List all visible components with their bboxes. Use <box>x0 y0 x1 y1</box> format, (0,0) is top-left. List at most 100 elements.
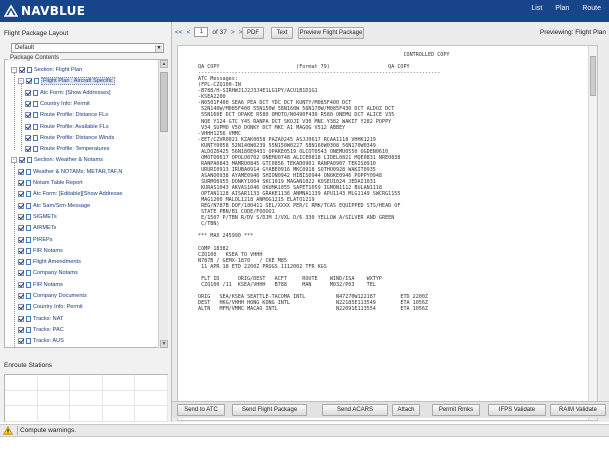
next-page-link[interactable]: > <box>231 29 235 36</box>
document-icon <box>27 157 32 164</box>
tree-item[interactable]: Weather & NOTAMs: METAR,TAF,N <box>18 168 122 176</box>
item-checkbox[interactable] <box>18 293 24 299</box>
tree-item[interactable]: Flight Amendments <box>18 258 81 266</box>
item-checkbox[interactable] <box>25 134 31 141</box>
tree-item[interactable]: Tracks: NAT <box>18 315 63 323</box>
layout-select[interactable]: Default ▼ <box>11 43 164 53</box>
tree-item[interactable]: Country Info: Permit <box>25 100 90 108</box>
permit-rmks-button[interactable]: Permit Rmks <box>432 404 480 416</box>
tree-item[interactable]: AIRMETs <box>18 224 56 232</box>
tree-item-label: Tracks: NAT <box>33 315 64 322</box>
tree-connector <box>21 81 22 151</box>
item-checkbox[interactable] <box>18 304 24 311</box>
warning-icon <box>3 426 13 435</box>
scroll-down-icon[interactable]: ▼ <box>160 340 168 348</box>
item-checkbox[interactable] <box>18 213 24 220</box>
tree-item-label: Route Profile: Temperatures <box>40 146 110 153</box>
item-checkbox[interactable] <box>18 202 24 209</box>
tree-item[interactable]: Route Profile: Distance Winds <box>25 134 114 142</box>
document-icon <box>33 112 38 119</box>
tree-item-label: Company Notams <box>33 270 78 277</box>
tree-item[interactable]: Atc Form: [Show Addresses] <box>25 89 111 97</box>
item-checkbox[interactable] <box>19 157 25 164</box>
document-icon <box>26 247 31 254</box>
tree-item[interactable]: Route Profile: Distance FLs <box>25 111 108 119</box>
chevron-down-icon[interactable]: ▼ <box>155 45 162 52</box>
item-checkbox[interactable] <box>25 112 31 119</box>
tree-item[interactable]: Route Profile: Temperatures <box>25 145 110 153</box>
tree-item[interactable]: Company Notams <box>18 269 78 277</box>
tree-item[interactable]: Atc Form: [Editable][Show Addresse <box>18 190 123 198</box>
nav-route[interactable]: Route <box>582 5 601 12</box>
item-checkbox[interactable] <box>18 338 24 345</box>
page-number-input[interactable]: 1 <box>194 27 209 37</box>
tree-connector <box>14 160 15 348</box>
tree-item[interactable]: PIREPs <box>18 236 53 244</box>
tree-item[interactable]: Route Profile: Available FLs <box>25 123 109 131</box>
send-to-atc-button[interactable]: Send to ATC <box>177 404 225 416</box>
nav-plan[interactable]: Plan <box>555 5 569 12</box>
item-checkbox[interactable] <box>18 168 24 175</box>
prev-page-link[interactable]: < <box>187 29 191 36</box>
item-checkbox[interactable] <box>18 270 24 277</box>
item-checkbox[interactable] <box>18 281 24 288</box>
item-checkbox[interactable] <box>18 326 24 333</box>
item-checkbox[interactable] <box>18 247 24 254</box>
item-checkbox[interactable] <box>25 123 31 130</box>
enroute-grid-cell <box>5 375 38 391</box>
first-page-link[interactable]: << <box>175 29 183 36</box>
ifps-validate-button[interactable]: IFPS Validate <box>488 404 546 416</box>
tree-item[interactable]: - Flight Plan : Aircraft Specific <box>18 77 115 86</box>
document-icon <box>27 67 32 73</box>
attach-button[interactable]: Attach <box>392 404 420 416</box>
tree-item[interactable]: Atc Sam/Srm Message <box>18 202 90 210</box>
collapse-toggle-icon[interactable]: - <box>11 67 17 73</box>
document-icon <box>26 213 31 220</box>
send-acars-button[interactable]: Send ACARS <box>322 404 388 416</box>
tree-item[interactable]: FIR Notams <box>18 281 63 289</box>
item-checkbox[interactable] <box>25 146 31 153</box>
tree-item-label: Atc Form: [Editable][Show Addresse <box>33 191 123 198</box>
item-checkbox[interactable] <box>18 191 24 198</box>
tree-item-label: Flight Amendments <box>33 259 81 266</box>
item-checkbox[interactable] <box>25 100 31 107</box>
nav-list[interactable]: List <box>531 5 542 12</box>
tree-item[interactable]: Notam Table Report <box>18 179 83 187</box>
preview-flight-package-button[interactable]: Preview Flight Package <box>298 27 364 39</box>
tree-item[interactable]: SIGMETs <box>18 213 57 221</box>
logo[interactable]: NAVBLUE <box>4 3 85 19</box>
compute-warnings-link[interactable]: Compute warnings. <box>20 427 76 434</box>
item-checkbox[interactable] <box>18 315 24 322</box>
raim-validate-button[interactable]: RAIM Validate <box>550 404 606 416</box>
tree-item[interactable]: FIR Notams <box>18 247 63 255</box>
tree-item[interactable]: - Section: Weather & Notams <box>11 156 103 164</box>
document-icon <box>34 78 39 85</box>
item-checkbox[interactable] <box>18 259 24 266</box>
item-checkbox[interactable] <box>18 225 24 232</box>
item-checkbox[interactable] <box>18 236 24 243</box>
tree-item[interactable]: Tracks: AUS <box>18 337 64 345</box>
text-button[interactable]: Text <box>271 27 293 39</box>
tree-item[interactable]: Tracks: PAC <box>18 326 64 334</box>
collapse-toggle-icon[interactable]: - <box>18 78 24 85</box>
tree-item[interactable]: Country Info: Permit <box>18 303 83 311</box>
send-flight-package-button[interactable]: Send Flight Package <box>232 404 307 416</box>
pdf-button[interactable]: PDF <box>242 27 264 39</box>
document-icon <box>33 134 38 141</box>
tree-item[interactable]: - Section: Flight Plan <box>11 66 82 74</box>
item-checkbox[interactable] <box>25 89 31 96</box>
package-contents-box: - Section: Flight Plan - Flight Plan : Airc… <box>4 59 168 348</box>
tree-item[interactable]: Company Documents <box>18 292 87 300</box>
item-checkbox[interactable] <box>26 78 32 85</box>
tree-scrollbar[interactable]: ▲ ▼ <box>158 60 168 348</box>
document-icon <box>33 89 38 96</box>
scroll-thumb[interactable] <box>160 72 168 132</box>
document-scroll-thumb[interactable] <box>590 56 596 96</box>
enroute-grid-cell <box>102 375 136 391</box>
collapse-toggle-icon[interactable]: - <box>11 157 17 164</box>
item-checkbox[interactable] <box>18 180 24 186</box>
status-strip: Compute warnings. <box>0 424 609 437</box>
item-checkbox[interactable] <box>19 67 25 73</box>
document-scrollbar[interactable] <box>588 46 597 420</box>
scroll-up-icon[interactable]: ▲ <box>160 60 168 68</box>
